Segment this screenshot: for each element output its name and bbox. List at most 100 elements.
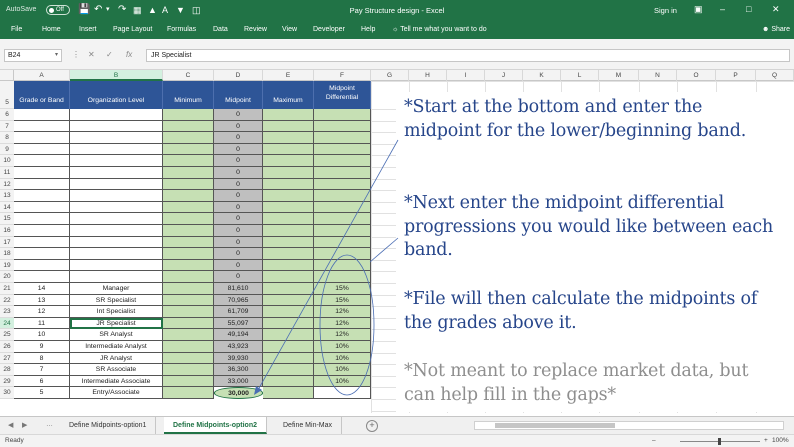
cell-level[interactable] xyxy=(70,109,163,121)
column-header-g[interactable]: G xyxy=(371,70,409,81)
cell-differential[interactable] xyxy=(314,201,371,214)
row-header[interactable]: 29 xyxy=(0,375,14,388)
cell-midpoint[interactable]: 0 xyxy=(214,132,263,144)
cell-minimum[interactable] xyxy=(163,120,214,133)
cell-minimum[interactable] xyxy=(163,387,214,399)
cell-midpoint[interactable]: 0 xyxy=(214,213,263,225)
cell-maximum[interactable] xyxy=(263,317,314,330)
ribbon-display-icon[interactable]: ▣ xyxy=(694,4,703,15)
cell-differential[interactable]: 12% xyxy=(314,329,371,341)
cell-midpoint[interactable]: 81,610 xyxy=(214,283,263,295)
cell-minimum[interactable] xyxy=(163,143,214,156)
cell-minimum[interactable] xyxy=(163,341,214,353)
cell-grade[interactable]: 14 xyxy=(14,283,70,295)
cell-grade[interactable] xyxy=(14,167,70,179)
cell-level[interactable] xyxy=(70,155,163,167)
cell-maximum[interactable] xyxy=(263,387,314,399)
row-header[interactable]: 27 xyxy=(0,352,14,365)
insert-function-icon[interactable]: fx xyxy=(126,50,132,59)
zoom-in-icon[interactable]: + xyxy=(764,437,768,444)
cell-differential[interactable]: 15% xyxy=(314,283,371,295)
cell-grade[interactable]: 9 xyxy=(14,341,70,353)
cell-maximum[interactable] xyxy=(263,294,314,307)
row-header[interactable]: 19 xyxy=(0,259,14,272)
column-header-p[interactable]: P xyxy=(716,70,756,81)
tab-formulas[interactable]: Formulas xyxy=(167,26,196,33)
cell-midpoint[interactable]: 70,965 xyxy=(214,294,263,307)
header-maximum[interactable]: Maximum xyxy=(263,81,314,109)
cell-level[interactable]: JR Specialist xyxy=(70,317,163,330)
cell-maximum[interactable] xyxy=(263,352,314,365)
tab-insert[interactable]: Insert xyxy=(79,26,97,33)
prev-sheet-icon[interactable]: ◀ xyxy=(8,421,13,429)
cell-grade[interactable] xyxy=(14,109,70,121)
cell-level[interactable] xyxy=(70,167,163,179)
cell-grade[interactable]: 12 xyxy=(14,306,70,318)
cell-differential[interactable]: 12% xyxy=(314,317,371,330)
cell-level[interactable]: Manager xyxy=(70,283,163,295)
cell-differential[interactable] xyxy=(314,213,371,225)
row-header[interactable]: 13 xyxy=(0,190,14,202)
cell-differential[interactable]: 10% xyxy=(314,375,371,388)
cell-level[interactable] xyxy=(70,178,163,191)
cell-midpoint[interactable]: 36,300 xyxy=(214,364,263,376)
cell-midpoint[interactable]: 0 xyxy=(214,178,263,191)
column-header-d[interactable]: D xyxy=(214,70,263,81)
cell-grade[interactable]: 13 xyxy=(14,294,70,307)
more-sheets-icon[interactable]: … xyxy=(46,421,53,428)
cell-level[interactable]: Intermediate Analyst xyxy=(70,341,163,353)
cell-maximum[interactable] xyxy=(263,155,314,167)
column-header-j[interactable]: J xyxy=(485,70,523,81)
cell-maximum[interactable] xyxy=(263,120,314,133)
cell-level[interactable] xyxy=(70,132,163,144)
cell-differential[interactable] xyxy=(314,109,371,121)
cell-differential[interactable]: 10% xyxy=(314,341,371,353)
cancel-icon[interactable]: ✕ xyxy=(88,50,95,59)
tab-view[interactable]: View xyxy=(282,26,297,33)
row-header[interactable]: 5 xyxy=(0,81,14,109)
cell-differential[interactable] xyxy=(314,259,371,272)
cell-grade[interactable]: 5 xyxy=(14,387,70,399)
cell-minimum[interactable] xyxy=(163,294,214,307)
cell-minimum[interactable] xyxy=(163,329,214,341)
cell-minimum[interactable] xyxy=(163,109,214,121)
share-button[interactable]: ☻ Share xyxy=(762,26,790,33)
cell-differential[interactable] xyxy=(314,143,371,156)
row-header[interactable]: 16 xyxy=(0,225,14,237)
scrollbar-thumb[interactable] xyxy=(495,423,615,428)
cell-grade[interactable] xyxy=(14,120,70,133)
header-midpoint[interactable]: Midpoint xyxy=(214,81,263,109)
row-header[interactable]: 30 xyxy=(0,387,14,399)
column-header-n[interactable]: N xyxy=(639,70,677,81)
cell-minimum[interactable] xyxy=(163,201,214,214)
cell-midpoint[interactable]: 0 xyxy=(214,120,263,133)
cell-midpoint[interactable]: 0 xyxy=(214,201,263,214)
name-box[interactable]: B24 ▾ xyxy=(4,49,62,62)
cell-midpoint[interactable]: 0 xyxy=(214,143,263,156)
row-header[interactable]: 25 xyxy=(0,329,14,341)
formula-input[interactable]: JR Specialist xyxy=(146,49,790,62)
cell-level[interactable] xyxy=(70,236,163,249)
cell-level[interactable] xyxy=(70,213,163,225)
header-minimum[interactable]: Minimum xyxy=(163,81,214,109)
cell-minimum[interactable] xyxy=(163,178,214,191)
cell-maximum[interactable] xyxy=(263,213,314,225)
tab-data[interactable]: Data xyxy=(213,26,228,33)
cell-minimum[interactable] xyxy=(163,132,214,144)
cell-minimum[interactable] xyxy=(163,306,214,318)
cell-grade[interactable]: 6 xyxy=(14,375,70,388)
cell-level[interactable] xyxy=(70,271,163,283)
cell-level[interactable] xyxy=(70,201,163,214)
row-header[interactable]: 20 xyxy=(0,271,14,283)
cell-level[interactable]: Int Specialist xyxy=(70,306,163,318)
cell-midpoint[interactable]: 49,194 xyxy=(214,329,263,341)
cell-maximum[interactable] xyxy=(263,132,314,144)
row-header[interactable]: 11 xyxy=(0,167,14,179)
cell-maximum[interactable] xyxy=(263,236,314,249)
cell-level[interactable]: SR Associate xyxy=(70,364,163,376)
header-differential[interactable]: Midpoint Differential xyxy=(314,81,371,109)
cell-level[interactable]: SR Analyst xyxy=(70,329,163,341)
column-header-b[interactable]: B xyxy=(70,70,163,81)
cell-minimum[interactable] xyxy=(163,283,214,295)
row-header[interactable]: 26 xyxy=(0,341,14,353)
